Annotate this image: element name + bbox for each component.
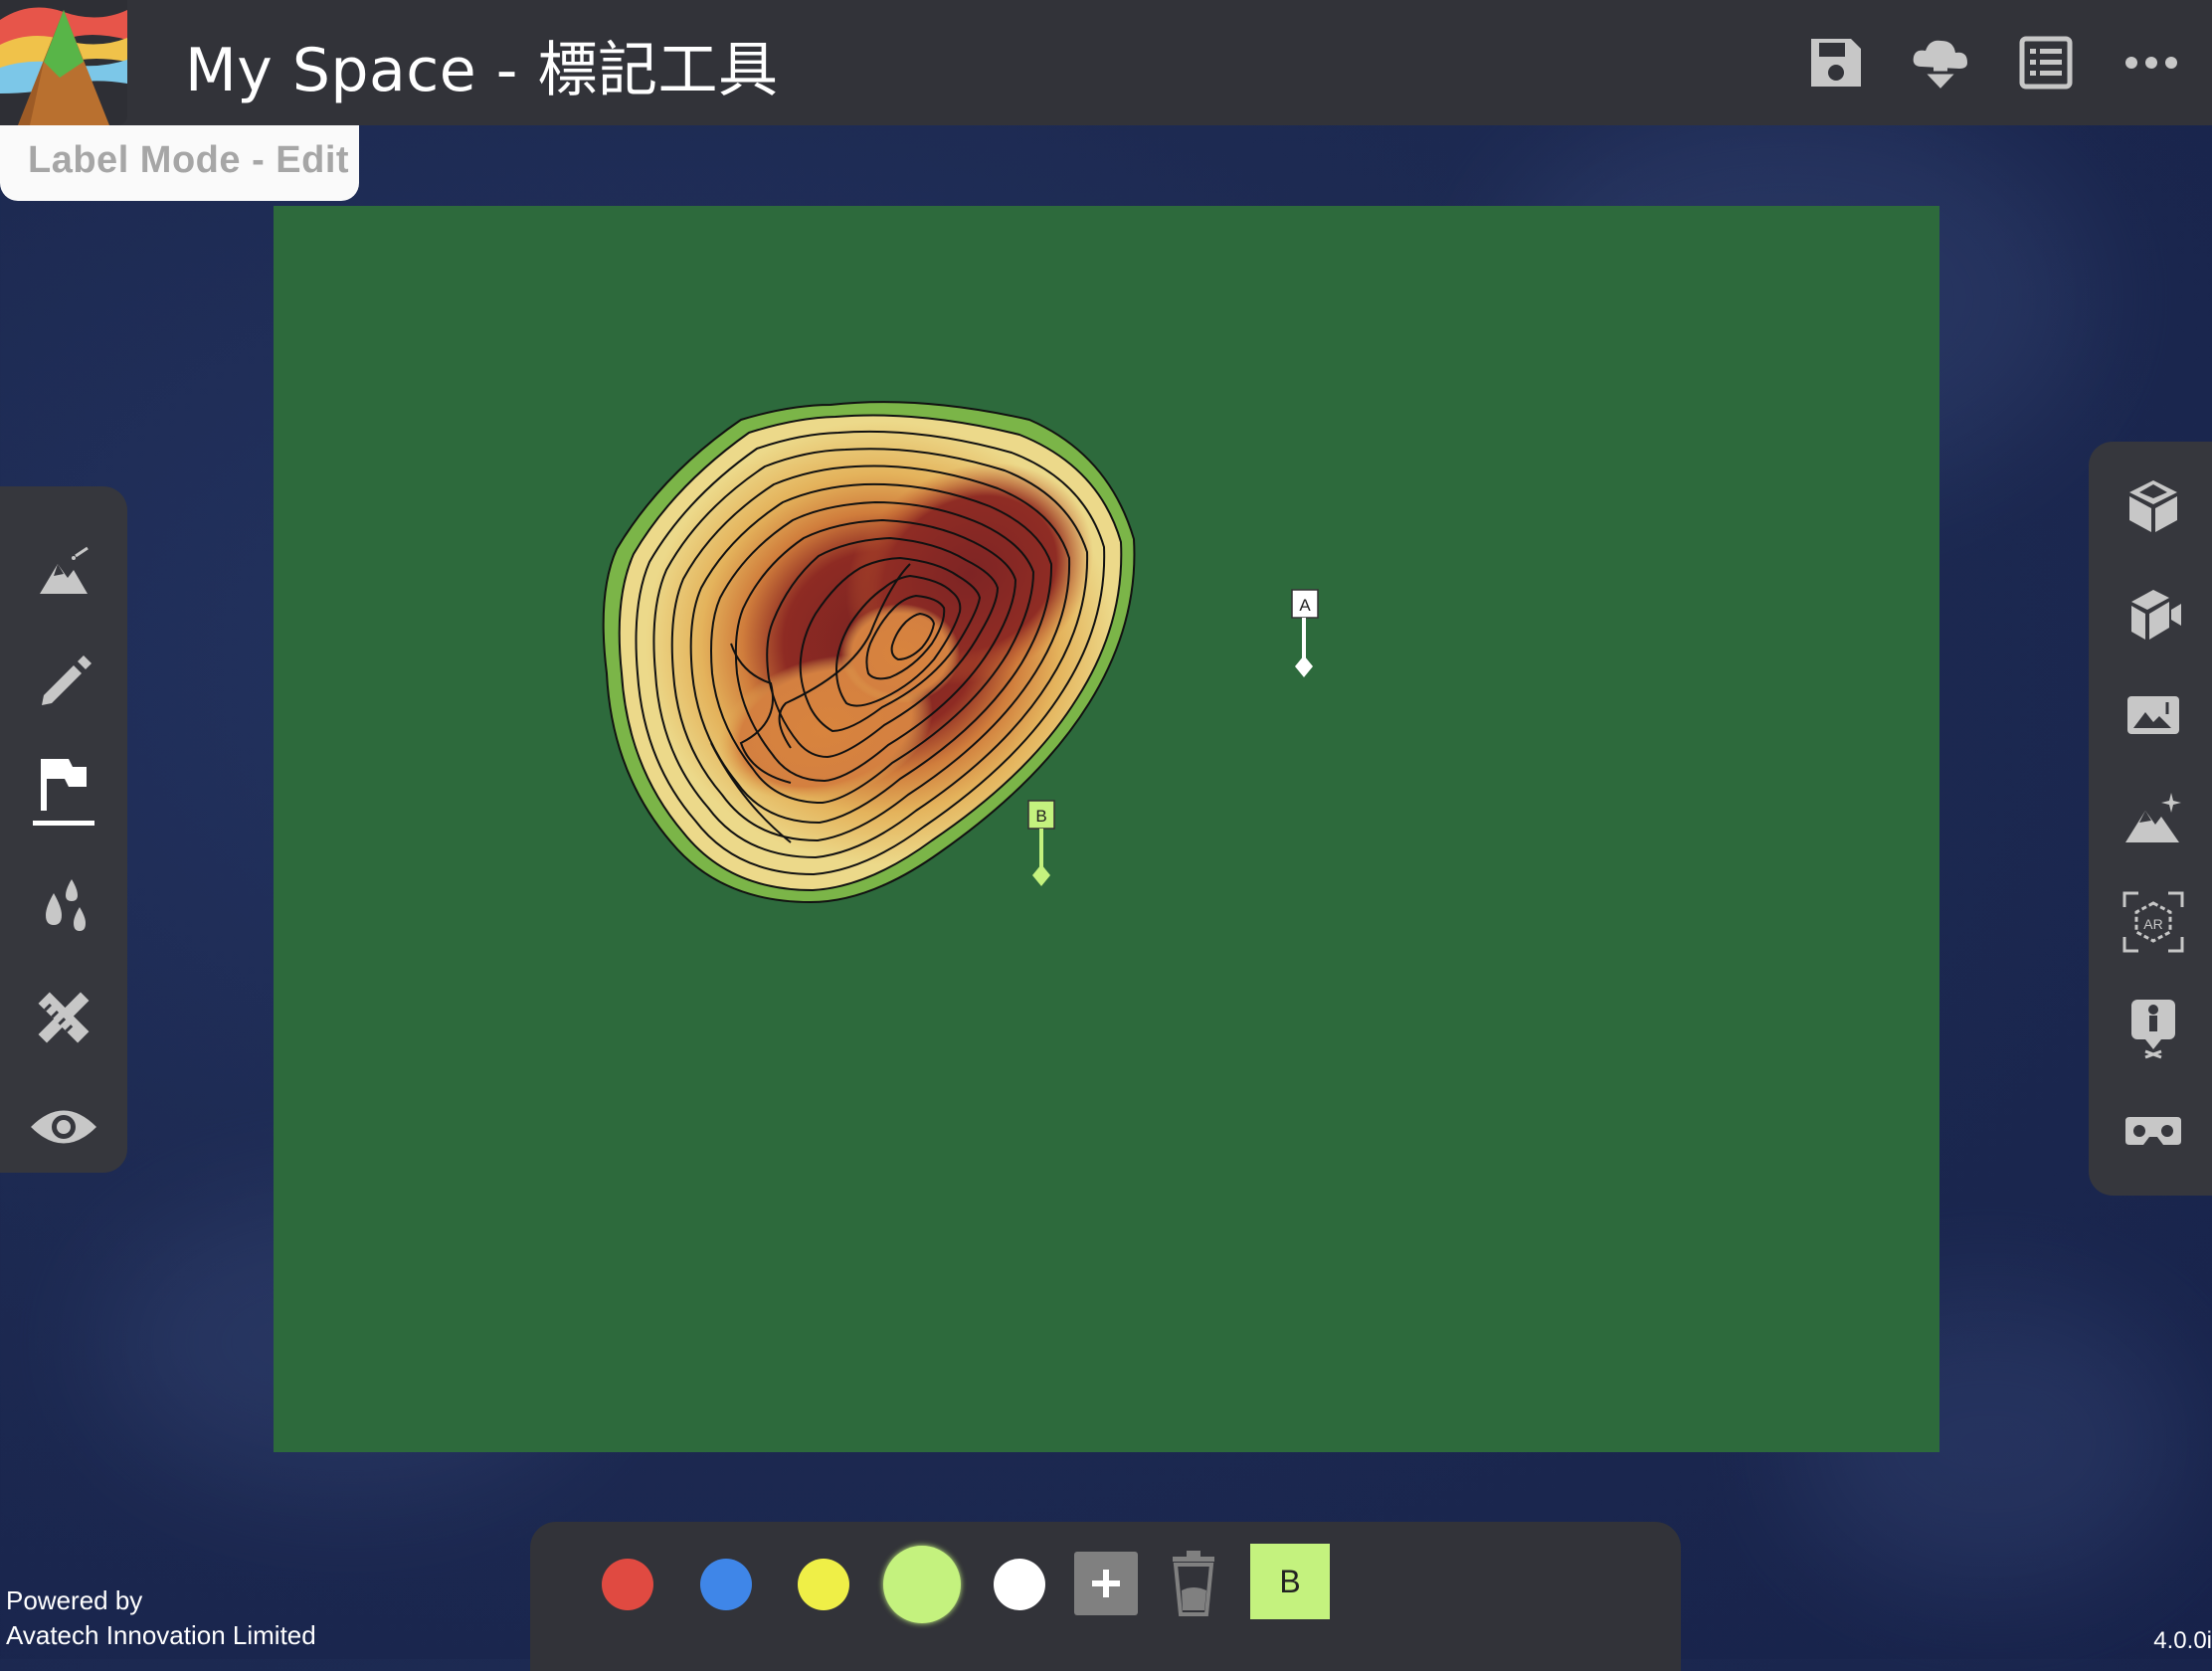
delete-label-button[interactable] bbox=[1166, 1548, 1221, 1619]
version-text: 4.0.0i bbox=[2153, 1627, 2212, 1654]
trash-icon bbox=[1173, 1551, 1214, 1616]
powered-by-line2: Avatech Innovation Limited bbox=[6, 1620, 316, 1650]
page-title: My Space - 標記工具 bbox=[185, 36, 779, 105]
powered-by-line1: Powered by bbox=[6, 1585, 143, 1615]
marker-a[interactable]: A bbox=[1291, 589, 1319, 677]
add-label-button[interactable] bbox=[1074, 1552, 1138, 1615]
mode-label: Label Mode - Edit bbox=[28, 139, 350, 181]
map-canvas[interactable]: A B bbox=[274, 206, 1939, 1452]
active-label-chip[interactable]: B bbox=[1250, 1544, 1330, 1619]
marker-b-label: B bbox=[1035, 807, 1046, 826]
person-ar-icon[interactable] bbox=[2111, 985, 2196, 1070]
water-icon[interactable] bbox=[18, 860, 109, 952]
left-toolbar bbox=[0, 486, 127, 1173]
mode-indicator-tab: Label Mode - Edit bbox=[0, 125, 359, 201]
list-icon[interactable] bbox=[2013, 30, 2079, 95]
app-logo[interactable] bbox=[0, 0, 127, 125]
marker-a-label: A bbox=[1299, 596, 1311, 615]
terrain-edit-icon[interactable] bbox=[18, 526, 109, 618]
camera-3d-icon[interactable] bbox=[2111, 571, 2196, 656]
terrain-contour-map[interactable]: A B bbox=[274, 206, 1939, 1452]
eye-icon[interactable] bbox=[18, 1081, 109, 1173]
color-yellow-swatch[interactable] bbox=[798, 1559, 849, 1610]
download-icon[interactable] bbox=[1908, 30, 1973, 95]
ar-icon[interactable]: AR bbox=[2111, 879, 2196, 965]
marker-b[interactable]: B bbox=[1027, 800, 1055, 886]
plus-icon bbox=[1092, 1570, 1120, 1597]
vr-icon[interactable] bbox=[2111, 1088, 2196, 1174]
terrain-magic-icon[interactable] bbox=[2111, 776, 2196, 861]
right-toolbar: AR bbox=[2089, 442, 2212, 1196]
more-icon[interactable] bbox=[2119, 30, 2184, 95]
powered-by-text: Powered by Avatech Innovation Limited bbox=[6, 1583, 316, 1653]
color-white-swatch[interactable] bbox=[994, 1559, 1045, 1610]
ruler-pencil-icon[interactable] bbox=[18, 972, 109, 1063]
pencil-icon[interactable] bbox=[18, 636, 109, 727]
box-icon[interactable] bbox=[2111, 462, 2196, 547]
image-map-icon[interactable] bbox=[2111, 672, 2196, 758]
color-red-swatch[interactable] bbox=[602, 1559, 653, 1610]
svg-text:AR: AR bbox=[2143, 916, 2162, 932]
flag-icon[interactable] bbox=[18, 747, 109, 838]
top-bar: My Space - 標記工具 bbox=[0, 0, 2212, 125]
save-icon[interactable] bbox=[1802, 30, 1868, 95]
color-blue-swatch[interactable] bbox=[700, 1559, 752, 1610]
color-light-green-swatch-selected[interactable] bbox=[883, 1546, 961, 1623]
